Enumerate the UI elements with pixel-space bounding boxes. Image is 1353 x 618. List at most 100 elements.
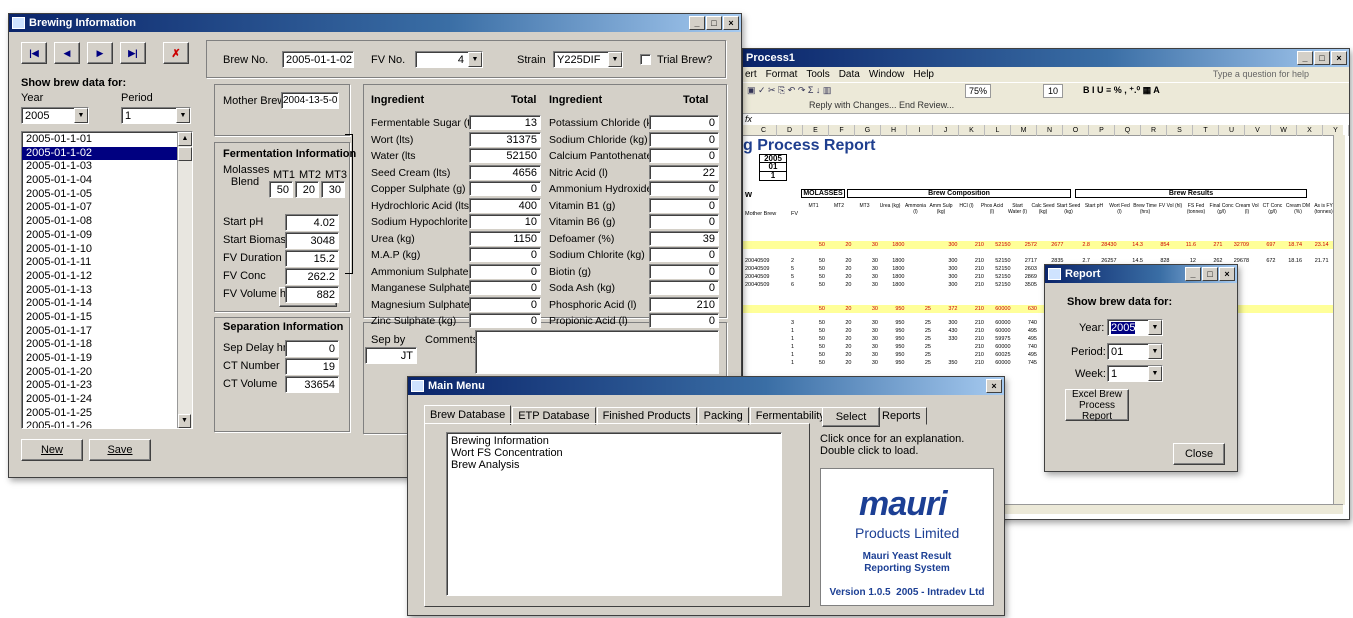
report-week-select[interactable]: 1 ▼ — [1107, 365, 1163, 382]
list-item[interactable]: 2005-01-1-04 — [22, 174, 192, 188]
data-cell[interactable]: 60000 — [987, 305, 1010, 313]
brew-list[interactable]: 2005-01-1-01 2005-01-1-02 2005-01-1-03 2005… — [21, 131, 193, 429]
data-cell[interactable]: 30 — [854, 327, 878, 335]
list-item[interactable]: 2005-01-1-18 — [22, 338, 192, 352]
column-letter[interactable]: N — [1037, 125, 1063, 136]
ingredient-total-field[interactable]: 0 — [649, 131, 719, 147]
font-size-box[interactable]: 10 — [1043, 84, 1064, 98]
data-cell[interactable]: 430 — [934, 327, 957, 335]
data-cell[interactable]: 2677 — [1040, 241, 1063, 249]
column-letter[interactable]: V — [1245, 125, 1271, 136]
data-cell[interactable]: 1800 — [881, 281, 904, 289]
period-select[interactable]: 1 ▼ — [121, 107, 191, 124]
list-item[interactable]: 2005-01-1-05 — [22, 188, 192, 202]
list-item[interactable]: 2005-01-1-25 — [22, 407, 192, 421]
ingredient-total-field[interactable]: 22 — [649, 164, 719, 180]
list-item[interactable]: 2005-01-1-08 — [22, 215, 192, 229]
data-cell[interactable]: 30 — [854, 335, 878, 343]
ingredient-total-field[interactable]: 210 — [649, 296, 719, 312]
report-year-select[interactable]: 2005 ▼ — [1107, 319, 1163, 336]
column-letter[interactable]: R — [1141, 125, 1167, 136]
ferm-field[interactable]: 3048 — [285, 232, 339, 249]
data-cell[interactable]: 52150 — [987, 257, 1010, 265]
tab-reports[interactable]: Reports — [876, 407, 927, 425]
ferm-field[interactable]: 262.2 — [285, 268, 339, 285]
data-cell[interactable]: 20 — [828, 343, 851, 351]
column-letter[interactable]: M — [1011, 125, 1037, 136]
close-icon[interactable]: × — [723, 16, 739, 30]
data-cell[interactable]: 60000 — [987, 359, 1010, 367]
column-letter[interactable]: J — [933, 125, 959, 136]
mt2-field[interactable]: 20 — [295, 181, 319, 198]
fv-cell[interactable]: 5 — [791, 273, 794, 281]
data-cell[interactable]: 50 — [801, 343, 825, 351]
column-letter[interactable]: E — [803, 125, 829, 136]
data-cell[interactable]: 672 — [1252, 257, 1275, 265]
chevron-down-icon[interactable]: ▼ — [608, 52, 622, 67]
ingredient-total-field[interactable]: 0 — [469, 263, 541, 279]
ingredient-total-field[interactable]: 0 — [649, 181, 719, 196]
horizontal-scrollbar[interactable] — [1003, 504, 1343, 514]
column-letter[interactable]: L — [985, 125, 1011, 136]
column-letter[interactable]: X — [1297, 125, 1323, 136]
data-cell[interactable]: 52150 — [987, 281, 1010, 289]
ingredient-total-field[interactable]: 0 — [649, 247, 719, 262]
ingredient-total-field[interactable]: 31375 — [469, 131, 541, 147]
data-cell[interactable]: 210 — [960, 281, 984, 289]
data-cell[interactable]: 20 — [828, 327, 851, 335]
list-item[interactable]: 2005-01-1-17 — [22, 325, 192, 339]
data-cell[interactable]: 210 — [960, 273, 984, 281]
data-cell[interactable]: 50 — [801, 281, 825, 289]
last-record-button[interactable]: ▶| — [120, 42, 146, 64]
data-cell[interactable]: 50 — [801, 273, 825, 281]
data-cell[interactable]: 854 — [1146, 241, 1169, 249]
mother-brew-cell[interactable]: 20040509 — [745, 265, 769, 273]
ferm-field[interactable]: 15.2 — [285, 250, 339, 267]
ingredient-total-field[interactable]: 39 — [649, 230, 719, 246]
column-letter[interactable]: I — [907, 125, 933, 136]
ingredient-total-field[interactable]: 0 — [649, 115, 719, 130]
fv-cell[interactable]: 1 — [791, 327, 794, 335]
list-item[interactable]: 2005-01-1-02 — [22, 146, 192, 161]
data-cell[interactable]: 18.16 — [1278, 257, 1302, 265]
data-cell[interactable]: 25 — [907, 351, 931, 359]
report-period-select[interactable]: 01 ▼ — [1107, 343, 1163, 360]
ingredient-total-field[interactable]: 0 — [649, 148, 719, 163]
sep-field[interactable]: 19 — [285, 358, 339, 375]
data-cell[interactable]: 495 — [1013, 327, 1037, 335]
data-cell[interactable]: 23.14 — [1305, 241, 1329, 249]
menu-edit[interactable]: ert — [745, 67, 757, 82]
data-cell[interactable]: 20 — [828, 265, 851, 273]
data-cell[interactable]: 30 — [854, 257, 878, 265]
excel-report-button[interactable]: Excel Brew Process Report — [1065, 389, 1129, 422]
trial-brew-checkbox[interactable] — [640, 54, 651, 65]
data-cell[interactable]: 18.74 — [1278, 241, 1302, 249]
maximize-icon[interactable]: □ — [1202, 267, 1218, 281]
data-cell[interactable]: 14.3 — [1119, 241, 1143, 249]
list-item[interactable]: 2005-01-1-19 — [22, 352, 192, 366]
data-cell[interactable]: 21.71 — [1305, 257, 1329, 265]
data-cell[interactable]: 60000 — [987, 319, 1010, 327]
fv-no-select[interactable]: 4 ▼ — [415, 51, 483, 68]
data-cell[interactable]: 50 — [801, 359, 825, 367]
list-item[interactable]: 2005-01-1-11 — [22, 256, 192, 270]
list-item[interactable]: 2005-01-1-14 — [22, 297, 192, 311]
ingredient-total-field[interactable]: 4656 — [469, 164, 541, 180]
data-cell[interactable]: 50 — [801, 305, 825, 313]
data-cell[interactable]: 20 — [828, 241, 851, 249]
data-cell[interactable]: 330 — [934, 335, 957, 343]
ingredient-total-field[interactable]: 0 — [469, 313, 541, 328]
data-cell[interactable]: 52150 — [987, 265, 1010, 273]
ingredient-total-field[interactable]: 0 — [649, 197, 719, 213]
data-cell[interactable]: 950 — [881, 319, 904, 327]
data-cell[interactable]: 210 — [960, 319, 984, 327]
data-cell[interactable]: 20 — [828, 273, 851, 281]
data-cell[interactable]: 30 — [854, 319, 878, 327]
data-cell[interactable]: 20 — [828, 351, 851, 359]
data-cell[interactable]: 1800 — [881, 257, 904, 265]
menu-tools[interactable]: Tools — [806, 67, 829, 82]
menu-list-item[interactable]: Brewing Information — [447, 435, 781, 447]
data-cell[interactable]: 30 — [854, 241, 878, 249]
data-cell[interactable]: 25 — [907, 327, 931, 335]
menu-data[interactable]: Data — [839, 67, 860, 82]
